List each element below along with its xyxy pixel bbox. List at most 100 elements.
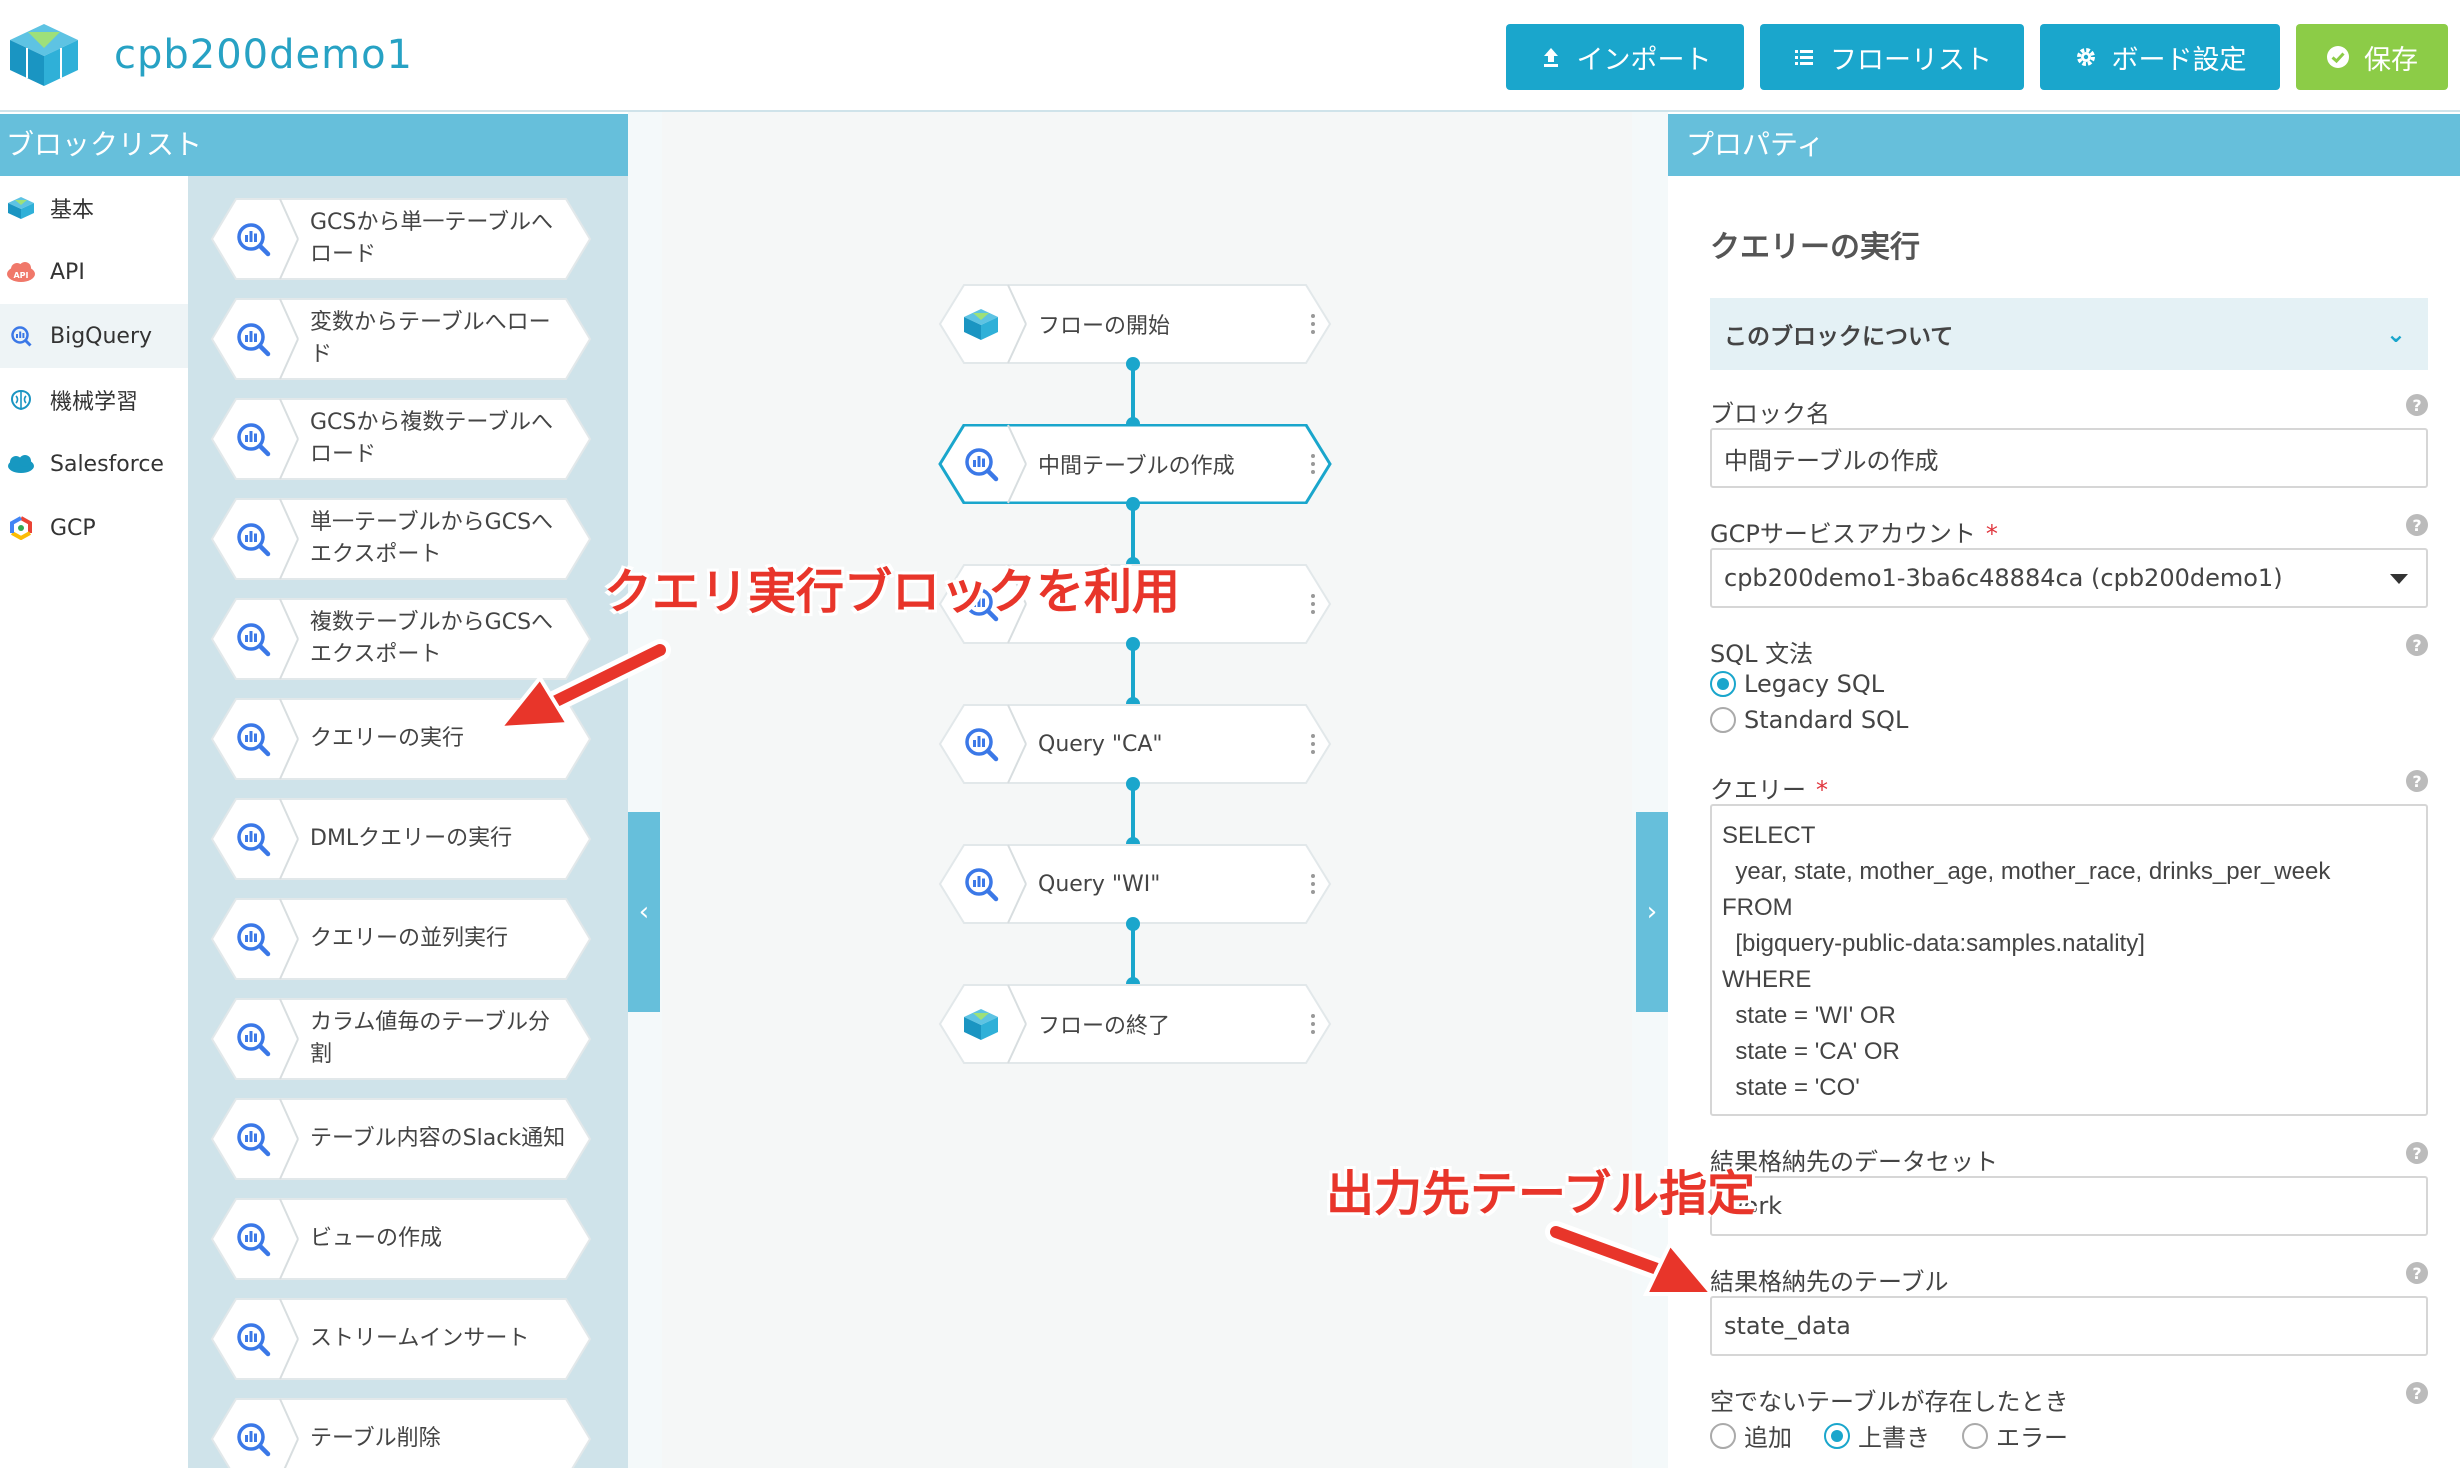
query-textarea[interactable]: SELECT year, state, mother_age, mother_r…	[1710, 804, 2428, 1116]
block-name-input[interactable]: 中間テーブルの作成	[1710, 428, 2428, 488]
flow-node[interactable]: フローの開始	[938, 284, 1332, 364]
block-item[interactable]: ビューの作成	[210, 1198, 592, 1280]
bigquery-icon	[234, 520, 272, 558]
block-item-label: ビューの作成	[310, 1226, 443, 1251]
magic-cube-icon	[962, 305, 1000, 343]
block-item[interactable]: テーブル内容のSlack通知	[210, 1098, 592, 1180]
block-item[interactable]: 単一テーブルからGCSへエクスポート	[210, 498, 592, 580]
flow-connector	[1126, 357, 1140, 431]
board-settings-button-label: ボード設定	[2111, 44, 2247, 76]
block-item-label: GCSから単一テーブルへロード	[310, 210, 554, 267]
sql-option-standard[interactable]: Standard SQL	[1710, 706, 1908, 734]
magic-cube-logo-icon	[10, 24, 78, 86]
save-button[interactable]: 保存	[2296, 24, 2448, 90]
block-item[interactable]: GCSから複数テーブルへロード	[210, 398, 592, 480]
block-item-label: クエリーの実行	[310, 726, 465, 751]
collapse-left-panel-button[interactable]: ‹	[628, 812, 660, 1012]
block-item[interactable]: テーブル削除	[210, 1398, 592, 1468]
app-header: cpb200demo1 インポート フローリスト ボード設定 保存	[0, 0, 2460, 112]
dataset-input[interactable]: work	[1710, 1176, 2428, 1236]
bigquery-icon	[234, 420, 272, 458]
flow-node[interactable]: Query "WI"	[938, 844, 1332, 924]
category-item-salesforce[interactable]: Salesforce	[0, 432, 188, 496]
properties-header: プロパティ	[1668, 114, 2460, 176]
more-vertical-icon[interactable]	[1310, 732, 1316, 756]
bigquery-icon	[962, 445, 1000, 483]
block-item[interactable]: クエリーの実行	[210, 698, 592, 780]
collapse-right-panel-button[interactable]: ›	[1636, 812, 1668, 1012]
block-item[interactable]: カラム値毎のテーブル分割	[210, 998, 592, 1080]
radio-label: 追加	[1744, 1424, 1792, 1452]
flow-connector	[1126, 637, 1140, 711]
flow-connector	[1126, 777, 1140, 851]
more-vertical-icon[interactable]	[1310, 592, 1316, 616]
save-button-label: 保存	[2364, 44, 2418, 76]
flow-list-button-label: フローリスト	[1830, 44, 1992, 76]
import-button[interactable]: インポート	[1506, 24, 1744, 90]
about-block-accordion[interactable]: このブロックについて ⌄	[1710, 298, 2428, 370]
flow-node[interactable]: 中間テーブルの作成	[938, 424, 1332, 504]
category-item-machine-learning[interactable]: 機械学習	[0, 368, 188, 432]
radio-label: Legacy SQL	[1744, 670, 1885, 698]
sql-dialect-label: SQL 文法	[1710, 640, 1814, 668]
category-item-basic[interactable]: 基本	[0, 176, 188, 240]
bigquery-icon	[234, 620, 272, 658]
radio-label: Standard SQL	[1744, 706, 1909, 734]
api-cloud-icon: API	[6, 260, 36, 284]
block-item-label: 単一テーブルからGCSへエクスポート	[310, 510, 554, 567]
help-icon[interactable]: ?	[2406, 1382, 2428, 1404]
block-name-label: ブロック名	[1710, 400, 1830, 428]
block-item[interactable]: 変数からテーブルへロード	[210, 298, 592, 380]
category-list: 基本 API API BigQuery 機械学習 Salesforce GCP	[0, 176, 188, 1468]
flow-connector	[1126, 917, 1140, 991]
bigquery-icon	[234, 720, 272, 758]
bigquery-icon	[234, 920, 272, 958]
help-icon[interactable]: ?	[2406, 1262, 2428, 1284]
help-icon[interactable]: ?	[2406, 770, 2428, 792]
flow-node[interactable]: Query "CA"	[938, 704, 1332, 784]
flow-node-label: Query "CA"	[1038, 731, 1163, 757]
radio-standard-sql[interactable]	[1710, 707, 1736, 733]
service-account-select[interactable]: cpb200demo1-3ba6c48884ca (cpb200demo1)	[1710, 548, 2428, 608]
bigquery-icon	[234, 1020, 272, 1058]
category-item-api[interactable]: API API	[0, 240, 188, 304]
radio-append[interactable]	[1710, 1422, 1736, 1449]
flow-node[interactable]: フローの終了	[938, 984, 1332, 1064]
more-vertical-icon[interactable]	[1310, 312, 1316, 336]
bigquery-icon	[6, 324, 36, 348]
block-item[interactable]: DMLクエリーの実行	[210, 798, 592, 880]
radio-legacy-sql[interactable]	[1710, 671, 1736, 697]
block-item[interactable]: GCSから単一テーブルへロード	[210, 198, 592, 280]
service-account-value: cpb200demo1-3ba6c48884ca (cpb200demo1)	[1724, 564, 2283, 592]
app-title: cpb200demo1	[114, 32, 414, 78]
help-icon[interactable]: ?	[2406, 1142, 2428, 1164]
radio-error[interactable]	[1962, 1422, 1988, 1449]
annotation-output-table: 出力先テーブル指定	[1326, 1166, 1756, 1222]
chevron-left-icon: ‹	[638, 897, 650, 927]
help-icon[interactable]: ?	[2406, 514, 2428, 536]
block-item-label: GCSから複数テーブルへロード	[310, 410, 554, 467]
category-item-gcp[interactable]: GCP	[0, 496, 188, 560]
annotation-use-query-block: クエリ実行ブロックを利用	[604, 564, 1181, 620]
more-vertical-icon[interactable]	[1310, 1012, 1316, 1036]
block-item-label: クエリーの並列実行	[310, 926, 509, 951]
category-item-bigquery[interactable]: BigQuery	[0, 304, 188, 368]
table-input[interactable]: state_data	[1710, 1296, 2428, 1356]
board-settings-button[interactable]: ボード設定	[2040, 24, 2280, 90]
block-item[interactable]: クエリーの並列実行	[210, 898, 592, 980]
bigquery-icon	[234, 820, 272, 858]
flow-list-button[interactable]: フローリスト	[1760, 24, 2024, 90]
block-type-title: クエリーの実行	[1710, 230, 1920, 265]
block-item[interactable]: ストリームインサート	[210, 1298, 592, 1380]
svg-text:API: API	[13, 271, 28, 280]
flow-node-label: Query "WI"	[1038, 871, 1161, 897]
more-vertical-icon[interactable]	[1310, 452, 1316, 476]
category-label: Salesforce	[50, 451, 164, 477]
help-icon[interactable]: ?	[2406, 394, 2428, 416]
radio-overwrite[interactable]	[1824, 1422, 1850, 1449]
category-label: BigQuery	[50, 323, 153, 349]
sql-option-legacy[interactable]: Legacy SQL	[1710, 670, 1884, 698]
block-item[interactable]: 複数テーブルからGCSへエクスポート	[210, 598, 592, 680]
help-icon[interactable]: ?	[2406, 634, 2428, 656]
more-vertical-icon[interactable]	[1310, 872, 1316, 896]
